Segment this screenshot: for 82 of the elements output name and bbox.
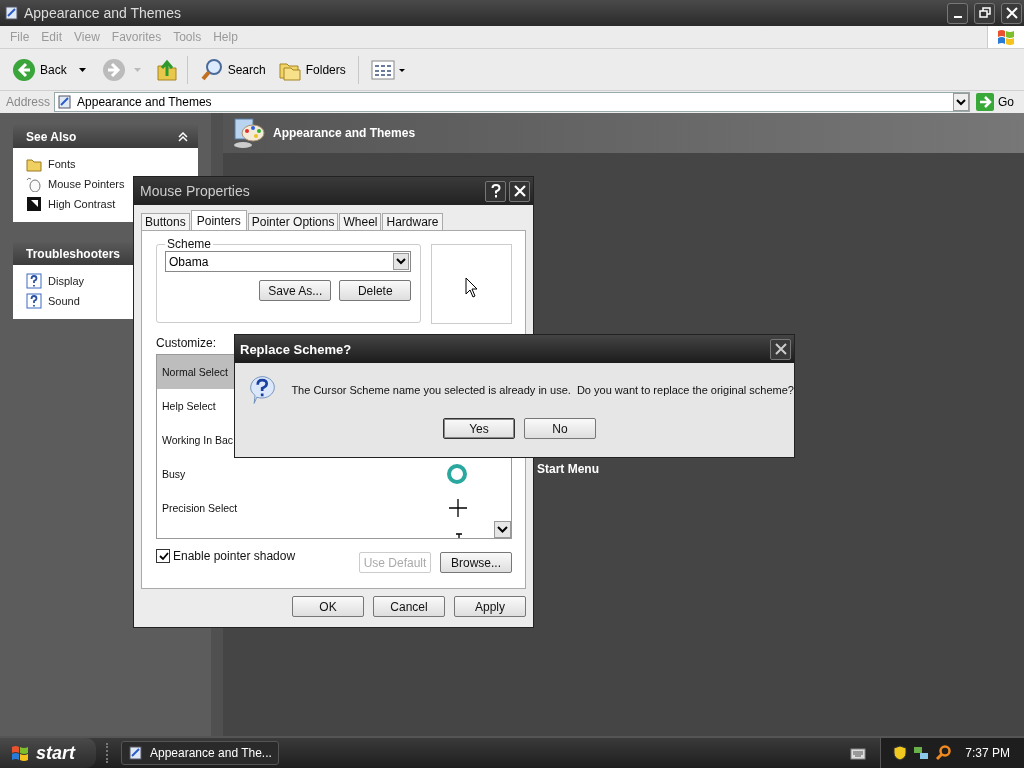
control-panel-icon	[4, 5, 20, 21]
tab[interactable]: Wheel	[339, 213, 382, 230]
browse-button[interactable]: Browse...	[440, 552, 512, 573]
folders-button[interactable]: Folders	[273, 58, 350, 81]
sidebar-link[interactable]: Display	[26, 273, 85, 289]
scroll-down-button[interactable]	[494, 521, 511, 538]
sidebar-link[interactable]: Sound	[26, 293, 80, 309]
dialog-button[interactable]: Yes	[443, 418, 515, 439]
question-icon	[247, 373, 278, 407]
go-button[interactable]: Go	[974, 93, 1022, 111]
contrast-icon	[26, 196, 42, 212]
window-title: Mouse Properties	[140, 183, 250, 199]
search-icon[interactable]	[935, 745, 952, 761]
close-icon	[774, 343, 787, 355]
ring-cursor-icon	[446, 463, 468, 485]
help-button[interactable]	[485, 180, 506, 202]
address-field[interactable]: Appearance and Themes	[54, 92, 970, 112]
dialog-title: Replace Scheme?	[240, 341, 352, 357]
tab[interactable]: Hardware	[382, 213, 443, 230]
start-button[interactable]: start	[0, 738, 96, 768]
dialog-button[interactable]: Apply	[454, 596, 526, 617]
monitor-palette-icon	[231, 117, 265, 149]
up-folder-icon[interactable]	[154, 57, 179, 82]
sidebar-link[interactable]: High Contrast	[26, 196, 116, 212]
tab[interactable]: Pointers	[190, 210, 247, 230]
window-title: Appearance and Themes	[24, 5, 181, 21]
dialog-button[interactable]: No	[524, 418, 596, 439]
group-label: Scheme	[166, 237, 213, 251]
cursor-list-item[interactable]: Precision Select	[157, 491, 494, 525]
back-button[interactable]: Back	[8, 57, 71, 82]
views-icon[interactable]	[370, 59, 405, 80]
customize-label: Customize:	[156, 336, 217, 350]
network-icon[interactable]	[913, 745, 930, 761]
help-icon	[26, 293, 42, 309]
check-icon	[157, 550, 169, 562]
minimize-icon	[953, 16, 962, 18]
scheme-button[interactable]: Delete	[339, 280, 412, 301]
control-panel-icon	[57, 94, 74, 110]
help-icon	[26, 273, 42, 289]
address-label: Address	[6, 95, 51, 109]
search-icon	[199, 57, 224, 82]
close-button[interactable]	[509, 180, 530, 202]
windows-logo-icon	[10, 744, 30, 762]
keyboard-icon[interactable]	[850, 746, 867, 760]
collapse-icon[interactable]	[178, 131, 188, 142]
cursor-list-item[interactable]: Busy	[157, 457, 494, 491]
start-menu-link[interactable]: Start Menu	[537, 462, 599, 476]
dialog-message: The Cursor Scheme name you selected is already in use. Do you want to replace the original scheme?	[291, 384, 794, 396]
sidebar-link[interactable]: Fonts	[26, 156, 76, 172]
dropdown-button[interactable]	[953, 93, 969, 111]
scheme-dropdown[interactable]: Obama	[165, 251, 412, 272]
panel-title: Troubleshooters	[26, 246, 120, 261]
control-panel-icon	[128, 745, 144, 761]
close-button[interactable]	[1001, 2, 1022, 24]
checkbox[interactable]	[156, 549, 170, 563]
restore-button[interactable]	[974, 2, 995, 24]
dialog-button[interactable]: Cancel	[373, 596, 445, 617]
close-icon	[1005, 7, 1018, 19]
clock: 7:37 PM	[965, 746, 1010, 760]
close-icon	[513, 185, 526, 197]
panel-title: See Also	[26, 129, 77, 144]
tab[interactable]: Buttons	[141, 213, 190, 230]
mouse-icon	[26, 176, 42, 192]
search-button[interactable]: Search	[195, 57, 270, 82]
crosshair-cursor-icon	[448, 498, 468, 518]
page-heading: Appearance and Themes	[273, 126, 416, 140]
go-arrow-icon	[976, 93, 994, 111]
sidebar-link[interactable]: Mouse Pointers	[26, 176, 125, 192]
scheme-button[interactable]: Save As...	[259, 280, 332, 301]
restore-icon	[978, 7, 991, 19]
shield-icon[interactable]	[893, 745, 908, 761]
taskbar-button[interactable]: Appearance and The...	[121, 741, 279, 765]
tab[interactable]: Pointer Options	[247, 213, 339, 230]
close-button[interactable]	[770, 338, 791, 360]
help-icon	[490, 184, 501, 198]
folder-icon	[26, 156, 42, 172]
arrow-cursor-icon	[465, 277, 479, 298]
address-value: Appearance and Themes	[77, 95, 212, 109]
pointer-shadow-checkbox[interactable]: Enable pointer shadow	[156, 549, 296, 563]
dialog-button[interactable]: OK	[292, 596, 364, 617]
minimize-button[interactable]	[947, 2, 968, 24]
caret-icon[interactable]	[78, 67, 86, 72]
